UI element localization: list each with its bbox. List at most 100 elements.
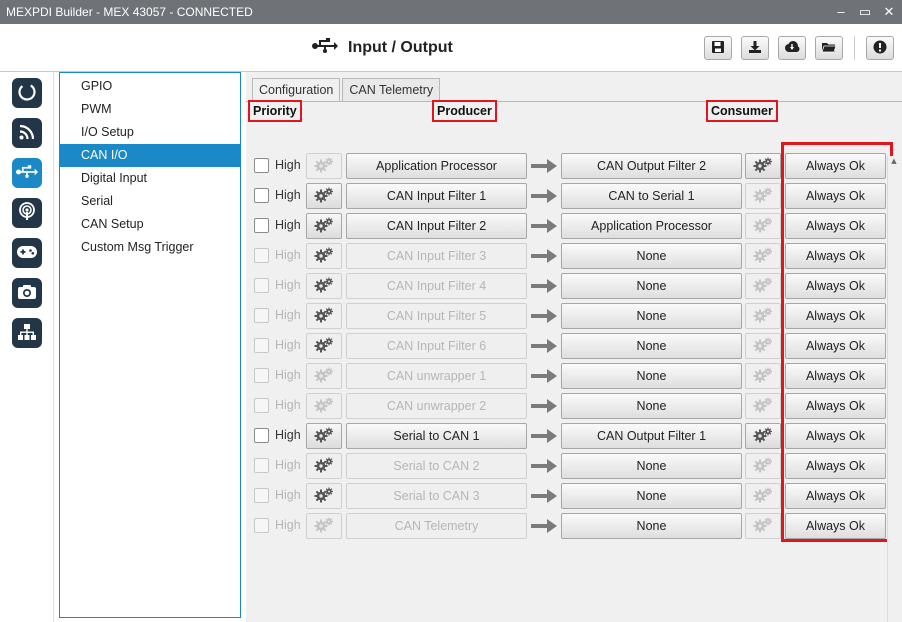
consumer-selector[interactable]: CAN to Serial 1 bbox=[561, 183, 742, 209]
tab-configuration[interactable]: Configuration bbox=[252, 78, 341, 102]
priority-checkbox[interactable] bbox=[254, 338, 269, 353]
consumer-selector[interactable]: None bbox=[561, 273, 742, 299]
download-button[interactable] bbox=[741, 36, 769, 60]
producer-selector[interactable]: Serial to CAN 3 bbox=[346, 483, 527, 509]
consumer-settings-button[interactable] bbox=[745, 363, 781, 389]
consumer-selector[interactable]: None bbox=[561, 303, 742, 329]
consumer-settings-button[interactable] bbox=[745, 153, 781, 179]
producer-selector[interactable]: Application Processor bbox=[346, 153, 527, 179]
consumer-selector[interactable]: None bbox=[561, 393, 742, 419]
nav-item-gpio[interactable]: GPIO bbox=[60, 75, 240, 98]
consumer-settings-button[interactable] bbox=[745, 273, 781, 299]
producer-settings-button[interactable] bbox=[306, 363, 342, 389]
priority-checkbox[interactable] bbox=[254, 308, 269, 323]
status-condition-button[interactable]: Always Ok bbox=[785, 303, 886, 329]
producer-selector[interactable]: CAN Input Filter 5 bbox=[346, 303, 527, 329]
producer-settings-button[interactable] bbox=[306, 183, 342, 209]
rail-item-network[interactable] bbox=[12, 318, 42, 348]
consumer-settings-button[interactable] bbox=[745, 393, 781, 419]
scroll-up-arrow[interactable]: ▲ bbox=[889, 156, 899, 166]
status-condition-button[interactable]: Always Ok bbox=[785, 243, 886, 269]
consumer-selector[interactable]: None bbox=[561, 453, 742, 479]
producer-settings-button[interactable] bbox=[306, 393, 342, 419]
rail-item-control[interactable] bbox=[12, 238, 42, 268]
consumer-settings-button[interactable] bbox=[745, 183, 781, 209]
status-condition-button[interactable]: Always Ok bbox=[785, 483, 886, 509]
nav-item-custom-msg-trigger[interactable]: Custom Msg Trigger bbox=[60, 236, 240, 259]
priority-checkbox[interactable] bbox=[254, 248, 269, 263]
status-condition-button[interactable]: Always Ok bbox=[785, 273, 886, 299]
status-condition-button[interactable]: Always Ok bbox=[785, 393, 886, 419]
priority-checkbox[interactable] bbox=[254, 218, 269, 233]
producer-selector[interactable]: CAN Input Filter 4 bbox=[346, 273, 527, 299]
consumer-selector[interactable]: None bbox=[561, 513, 742, 539]
consumer-selector[interactable]: None bbox=[561, 333, 742, 359]
status-condition-button[interactable]: Always Ok bbox=[785, 153, 886, 179]
info-button[interactable] bbox=[866, 36, 894, 60]
producer-settings-button[interactable] bbox=[306, 483, 342, 509]
producer-settings-button[interactable] bbox=[306, 273, 342, 299]
status-condition-button[interactable]: Always Ok bbox=[785, 333, 886, 359]
close-button[interactable]: ✕ bbox=[882, 0, 896, 24]
producer-selector[interactable]: Serial to CAN 2 bbox=[346, 453, 527, 479]
status-condition-button[interactable]: Always Ok bbox=[785, 213, 886, 239]
nav-item-digital-input[interactable]: Digital Input bbox=[60, 167, 240, 190]
nav-item-io-setup[interactable]: I/O Setup bbox=[60, 121, 240, 144]
tab-can-telemetry[interactable]: CAN Telemetry bbox=[342, 78, 441, 102]
priority-checkbox[interactable] bbox=[254, 428, 269, 443]
rail-item-comms[interactable] bbox=[12, 198, 42, 228]
priority-checkbox[interactable] bbox=[254, 368, 269, 383]
producer-selector[interactable]: Serial to CAN 1 bbox=[346, 423, 527, 449]
rail-item-camera[interactable] bbox=[12, 278, 42, 308]
save-button[interactable] bbox=[704, 36, 732, 60]
priority-checkbox[interactable] bbox=[254, 278, 269, 293]
consumer-selector[interactable]: None bbox=[561, 243, 742, 269]
producer-settings-button[interactable] bbox=[306, 423, 342, 449]
producer-settings-button[interactable] bbox=[306, 303, 342, 329]
priority-checkbox[interactable] bbox=[254, 158, 269, 173]
status-condition-button[interactable]: Always Ok bbox=[785, 513, 886, 539]
consumer-selector[interactable]: CAN Output Filter 1 bbox=[561, 423, 742, 449]
priority-checkbox[interactable] bbox=[254, 518, 269, 533]
nav-item-can-io[interactable]: CAN I/O bbox=[60, 144, 240, 167]
rail-item-status[interactable] bbox=[12, 78, 42, 108]
priority-checkbox[interactable] bbox=[254, 398, 269, 413]
priority-checkbox[interactable] bbox=[254, 188, 269, 203]
priority-checkbox[interactable] bbox=[254, 458, 269, 473]
consumer-settings-button[interactable] bbox=[745, 213, 781, 239]
maximize-button[interactable]: ▭ bbox=[858, 0, 872, 24]
status-condition-button[interactable]: Always Ok bbox=[785, 183, 886, 209]
rail-item-telemetry[interactable] bbox=[12, 118, 42, 148]
nav-item-pwm[interactable]: PWM bbox=[60, 98, 240, 121]
producer-selector[interactable]: CAN Input Filter 6 bbox=[346, 333, 527, 359]
consumer-settings-button[interactable] bbox=[745, 303, 781, 329]
consumer-settings-button[interactable] bbox=[745, 513, 781, 539]
producer-selector[interactable]: CAN Telemetry bbox=[346, 513, 527, 539]
vertical-scrollbar[interactable]: ▲ ▼ bbox=[887, 156, 899, 622]
producer-settings-button[interactable] bbox=[306, 333, 342, 359]
consumer-selector[interactable]: CAN Output Filter 2 bbox=[561, 153, 742, 179]
producer-selector[interactable]: CAN Input Filter 3 bbox=[346, 243, 527, 269]
status-condition-button[interactable]: Always Ok bbox=[785, 453, 886, 479]
producer-selector[interactable]: CAN Input Filter 2 bbox=[346, 213, 527, 239]
producer-settings-button[interactable] bbox=[306, 453, 342, 479]
producer-selector[interactable]: CAN Input Filter 1 bbox=[346, 183, 527, 209]
producer-settings-button[interactable] bbox=[306, 153, 342, 179]
consumer-settings-button[interactable] bbox=[745, 453, 781, 479]
producer-selector[interactable]: CAN unwrapper 1 bbox=[346, 363, 527, 389]
producer-settings-button[interactable] bbox=[306, 243, 342, 269]
producer-selector[interactable]: CAN unwrapper 2 bbox=[346, 393, 527, 419]
nav-item-serial[interactable]: Serial bbox=[60, 190, 240, 213]
nav-item-can-setup[interactable]: CAN Setup bbox=[60, 213, 240, 236]
cloud-download-button[interactable] bbox=[778, 36, 806, 60]
consumer-selector[interactable]: None bbox=[561, 483, 742, 509]
priority-checkbox[interactable] bbox=[254, 488, 269, 503]
status-condition-button[interactable]: Always Ok bbox=[785, 363, 886, 389]
consumer-selector[interactable]: Application Processor bbox=[561, 213, 742, 239]
status-condition-button[interactable]: Always Ok bbox=[785, 423, 886, 449]
consumer-settings-button[interactable] bbox=[745, 333, 781, 359]
consumer-selector[interactable]: None bbox=[561, 363, 742, 389]
rail-item-io[interactable] bbox=[12, 158, 42, 188]
consumer-settings-button[interactable] bbox=[745, 483, 781, 509]
producer-settings-button[interactable] bbox=[306, 213, 342, 239]
